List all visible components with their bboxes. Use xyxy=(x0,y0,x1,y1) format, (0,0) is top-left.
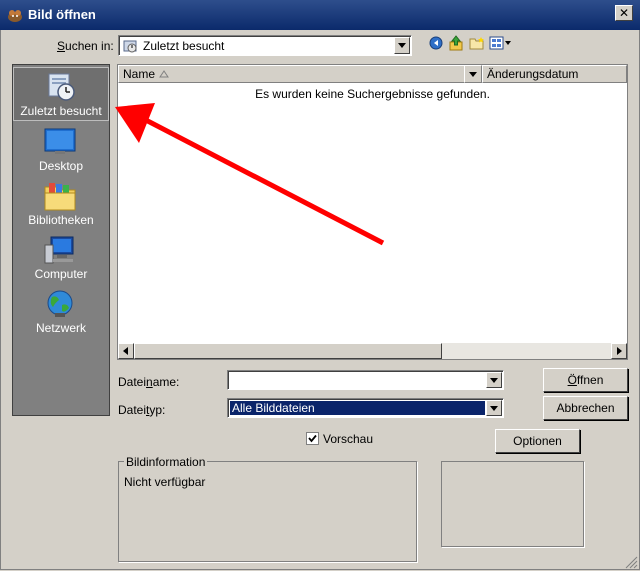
close-button[interactable]: ✕ xyxy=(615,5,633,21)
sidebar-item-label: Zuletzt besucht xyxy=(20,104,102,118)
sidebar-item-network[interactable]: Netzwerk xyxy=(13,285,109,339)
preview-label: Vorschau xyxy=(323,432,374,446)
sidebar-item-libraries[interactable]: Bibliotheken xyxy=(13,177,109,231)
filename-label: Dateiname: xyxy=(118,375,180,389)
chevron-left-icon xyxy=(123,347,128,355)
image-info-legend: Bildinformation xyxy=(124,455,208,469)
network-icon xyxy=(47,290,73,317)
chevron-down-icon[interactable] xyxy=(486,400,502,416)
sort-ascending-icon xyxy=(159,70,169,78)
filetype-dropdown[interactable]: Alle Bilddateien xyxy=(227,398,504,418)
column-header-modified[interactable]: Änderungsdatum xyxy=(482,65,627,83)
sidebar-item-label: Desktop xyxy=(38,159,84,173)
chevron-down-icon[interactable] xyxy=(486,372,502,388)
look-in-label: Suchen in: xyxy=(57,39,114,53)
options-button[interactable]: Optionen xyxy=(495,429,580,453)
scroll-left-button[interactable] xyxy=(118,343,134,359)
look-in-value: Zuletzt besucht xyxy=(143,39,225,53)
scroll-right-button[interactable] xyxy=(611,343,627,359)
sidebar-item-label: Netzwerk xyxy=(35,321,86,335)
filetype-value: Alle Bilddateien xyxy=(230,401,485,415)
recent-places-icon xyxy=(48,73,75,101)
window-title: Bild öffnen xyxy=(28,7,96,22)
checkmark-icon xyxy=(308,434,317,443)
image-info-value: Nicht verfügbar xyxy=(124,475,206,489)
recent-places-small-icon xyxy=(123,40,137,53)
places-bar: Zuletzt besucht Desktop Bibliotheken Com… xyxy=(12,64,110,416)
look-in-dropdown[interactable]: Zuletzt besucht xyxy=(118,35,412,56)
view-menu-icon[interactable] xyxy=(489,36,513,50)
sidebar-item-label: Bibliotheken xyxy=(28,213,94,227)
filename-input[interactable] xyxy=(227,370,504,390)
cancel-button[interactable]: Abbrechen xyxy=(543,396,628,420)
column-filter-button[interactable] xyxy=(464,65,482,83)
computer-icon xyxy=(44,236,74,264)
libraries-icon xyxy=(44,183,76,211)
preview-checkbox[interactable] xyxy=(306,432,319,445)
back-icon[interactable] xyxy=(429,36,443,50)
horizontal-scrollbar[interactable] xyxy=(118,343,627,359)
up-folder-icon[interactable] xyxy=(449,35,463,51)
sidebar-item-desktop[interactable]: Desktop xyxy=(13,123,109,177)
app-icon xyxy=(8,10,22,22)
sidebar-item-recent[interactable]: Zuletzt besucht xyxy=(13,67,109,121)
chevron-down-icon xyxy=(469,72,477,77)
chevron-right-icon xyxy=(617,347,622,355)
new-folder-icon[interactable] xyxy=(469,36,485,50)
annotation-arrow xyxy=(115,103,385,246)
sidebar-item-computer[interactable]: Computer xyxy=(13,231,109,285)
title-bar[interactable]: Bild öffnen ✕ xyxy=(0,0,640,30)
desktop-icon xyxy=(44,128,76,154)
chevron-down-icon[interactable] xyxy=(394,37,410,54)
column-header-name[interactable]: Name xyxy=(118,65,482,83)
open-button[interactable]: Öffnen xyxy=(543,368,628,392)
sidebar-item-label: Computer xyxy=(34,267,88,281)
resize-grip-icon[interactable] xyxy=(624,555,638,569)
scroll-thumb[interactable] xyxy=(134,343,442,359)
filetype-label: Dateityp: xyxy=(118,403,166,417)
preview-pane xyxy=(441,461,584,547)
